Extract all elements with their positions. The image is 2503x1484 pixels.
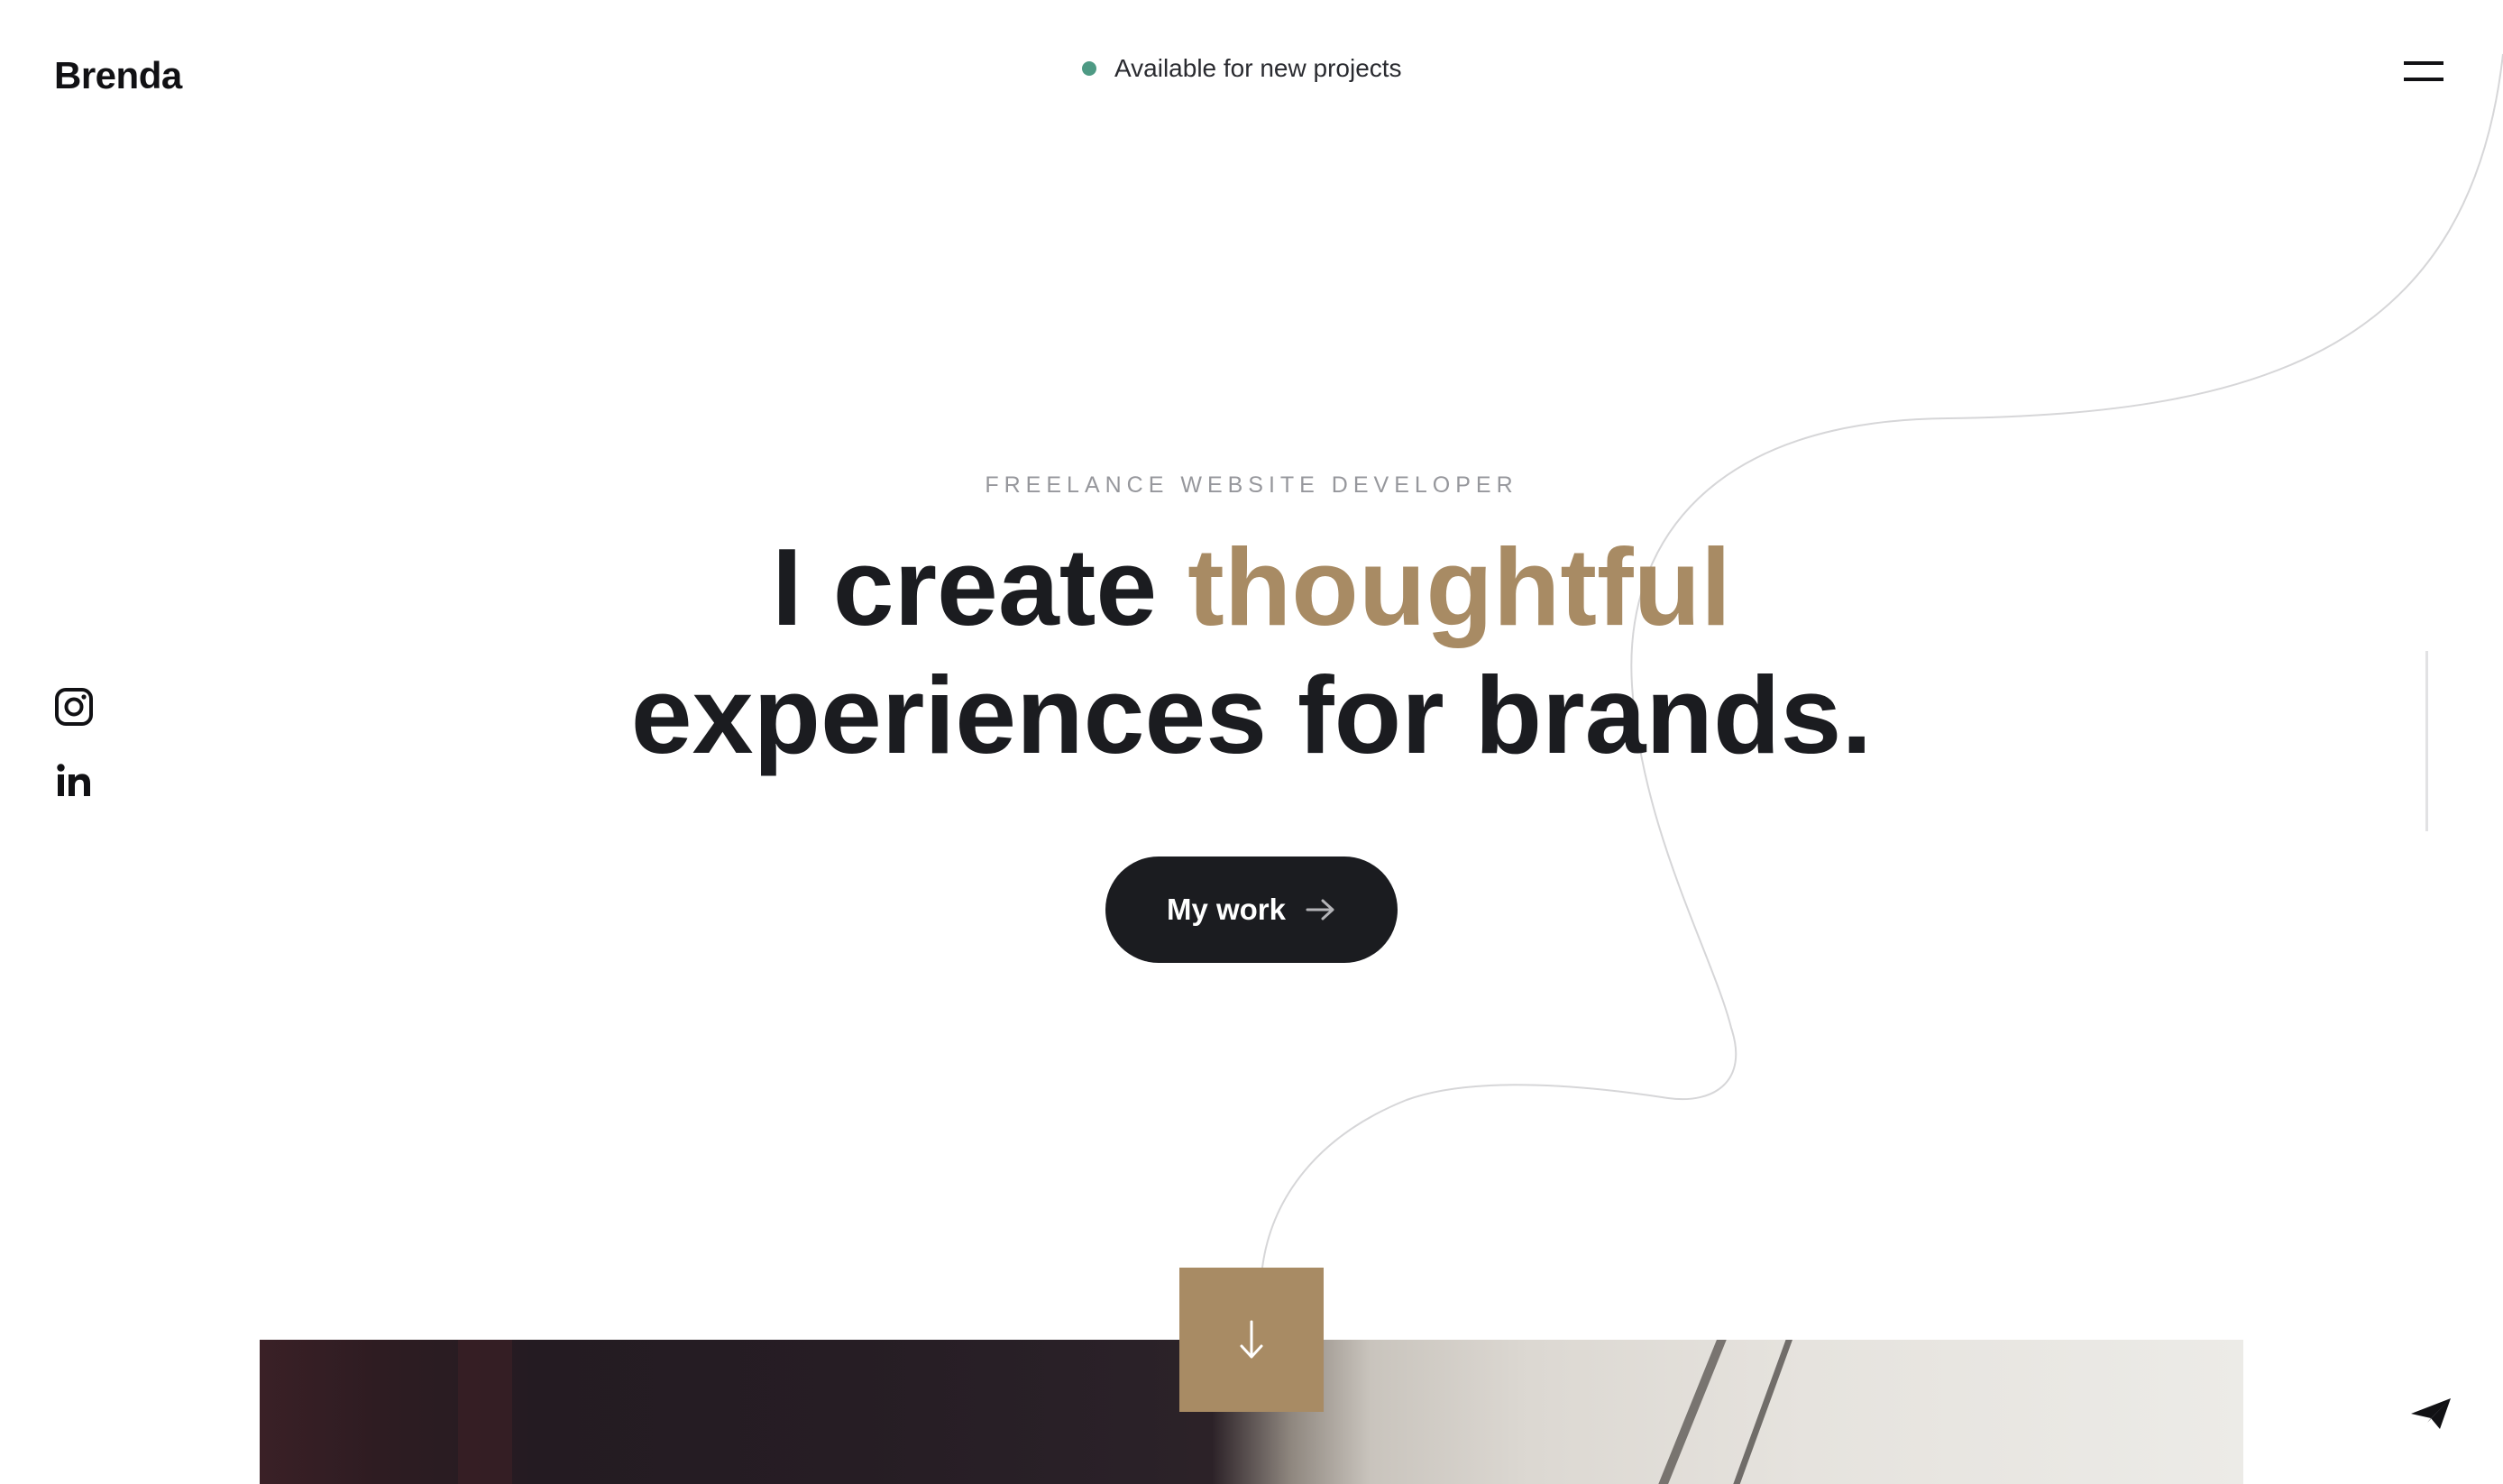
my-work-label: My work xyxy=(1166,893,1287,926)
hero-image-shade xyxy=(458,1340,512,1484)
scroll-down-button[interactable] xyxy=(1179,1268,1324,1412)
page: Brenda Available for new projects FREELA… xyxy=(0,0,2503,1484)
hero-eyebrow: FREELANCE WEBSITE DEVELOPER xyxy=(985,472,1518,498)
logo[interactable]: Brenda xyxy=(54,54,182,97)
headline-accent: thoughtful xyxy=(1187,526,1732,648)
menu-button[interactable] xyxy=(2404,56,2447,88)
status-text: Available for new projects xyxy=(1114,54,1402,82)
hamburger-menu-icon xyxy=(2404,61,2443,65)
hamburger-menu-icon-line xyxy=(2404,78,2443,81)
hero-image-stroke xyxy=(1647,1340,1730,1484)
headline-part-1: I create xyxy=(771,526,1188,648)
paper-plane-icon xyxy=(2411,1398,2451,1429)
my-work-button[interactable]: My work xyxy=(1105,857,1398,963)
availability-status: Available for new projects xyxy=(1082,54,1402,83)
status-dot-icon xyxy=(1082,61,1096,76)
headline-part-2: experiences for brands. xyxy=(630,654,1873,776)
arrow-right-icon xyxy=(1306,898,1336,921)
contact-button[interactable] xyxy=(2409,1396,2453,1432)
arrow-down-icon xyxy=(1240,1320,1263,1359)
hero-image-stroke-2 xyxy=(1726,1340,1793,1484)
hero-headline: I create thoughtful experiences for brand… xyxy=(0,523,2503,779)
